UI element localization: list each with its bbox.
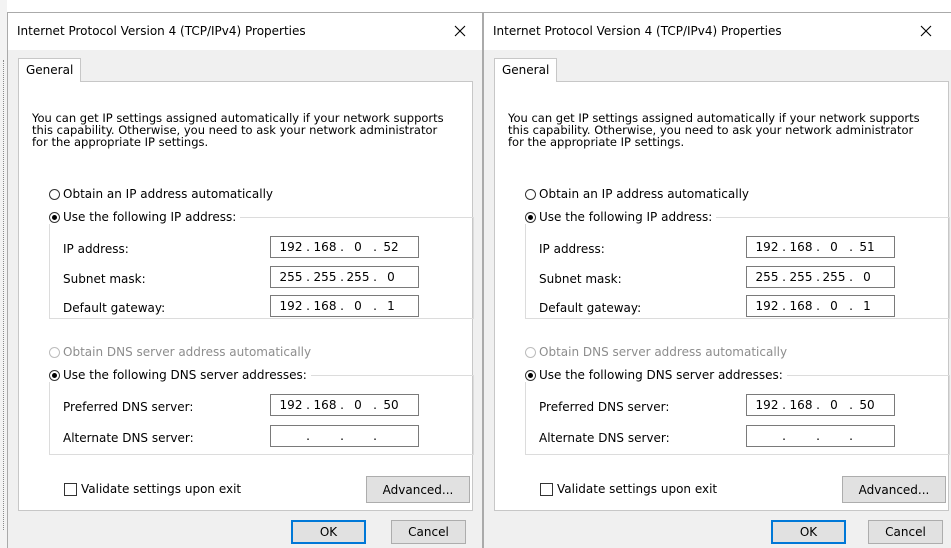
dns-server-group	[49, 375, 474, 455]
radio-label: Use the following IP address:	[63, 210, 237, 224]
description-text: You can get IP settings assigned automat…	[508, 112, 943, 148]
dialog-title: Internet Protocol Version 4 (TCP/IPv4) P…	[493, 24, 782, 38]
radio-obtain-ip-auto[interactable]: Obtain an IP address automatically	[49, 187, 278, 201]
close-button[interactable]	[910, 17, 942, 45]
radio-label: Obtain DNS server address automatically	[63, 345, 312, 359]
ok-button[interactable]: OK	[291, 520, 366, 544]
radio-obtain-ip-auto[interactable]: Obtain an IP address automatically	[525, 187, 754, 201]
radio-label: Use the following DNS server addresses:	[539, 368, 783, 382]
checkbox-label: Validate settings upon exit	[81, 482, 242, 496]
radio-use-following-dns[interactable]: Use the following DNS server addresses:	[525, 368, 787, 382]
radio-use-following-ip[interactable]: Use the following IP address:	[49, 210, 241, 224]
cancel-button-label: Cancel	[885, 525, 926, 539]
screenshot-stage: Internet Protocol Version 4 (TCP/IPv4) P…	[0, 0, 951, 548]
title-bar[interactable]: Internet Protocol Version 4 (TCP/IPv4) P…	[484, 13, 951, 50]
description-line: for the appropriate IP settings.	[32, 135, 209, 149]
tab-general-label: General	[26, 63, 74, 77]
dialog-title: Internet Protocol Version 4 (TCP/IPv4) P…	[17, 24, 306, 38]
ipv4-properties-dialog-1: Internet Protocol Version 4 (TCP/IPv4) P…	[7, 12, 483, 548]
ip-address-group	[49, 217, 474, 319]
description-text: You can get IP settings assigned automat…	[32, 112, 467, 148]
radio-circle	[525, 188, 536, 200]
radio-use-following-dns[interactable]: Use the following DNS server addresses:	[49, 368, 311, 382]
checkbox-box	[64, 482, 77, 496]
close-button[interactable]	[444, 17, 476, 45]
radio-circle	[525, 211, 536, 223]
tab-general-label: General	[502, 63, 550, 77]
tab-general[interactable]: General	[494, 58, 557, 82]
advanced-button[interactable]: Advanced...	[842, 476, 946, 503]
radio-circle	[49, 188, 60, 200]
ok-button-label: OK	[799, 525, 818, 539]
description-line: for the appropriate IP settings.	[508, 135, 685, 149]
radio-label: Obtain an IP address automatically	[539, 187, 750, 201]
checkbox-box	[540, 482, 553, 496]
ipv4-properties-dialog-2: Internet Protocol Version 4 (TCP/IPv4) P…	[483, 12, 951, 548]
close-icon	[920, 25, 932, 37]
background-window-edge	[0, 0, 7, 548]
radio-use-following-ip[interactable]: Use the following IP address:	[525, 210, 717, 224]
checkbox-label: Validate settings upon exit	[557, 482, 718, 496]
cancel-button[interactable]: Cancel	[391, 520, 466, 544]
advanced-button-label: Advanced...	[382, 482, 454, 497]
radio-circle	[49, 211, 60, 223]
radio-obtain-dns-auto[interactable]: Obtain DNS server address automatically	[49, 345, 316, 359]
radio-label: Use the following IP address:	[539, 210, 713, 224]
validate-settings-checkbox[interactable]: Validate settings upon exit	[540, 482, 717, 496]
radio-obtain-dns-auto[interactable]: Obtain DNS server address automatically	[525, 345, 792, 359]
radio-circle	[49, 369, 60, 381]
dns-server-group	[525, 375, 950, 455]
cancel-button[interactable]: Cancel	[868, 520, 943, 544]
radio-label: Obtain DNS server address automatically	[539, 345, 788, 359]
ok-button[interactable]: OK	[771, 520, 846, 544]
general-panel: You can get IP settings assigned automat…	[18, 81, 474, 511]
ok-button-label: OK	[319, 525, 338, 539]
general-panel: You can get IP settings assigned automat…	[494, 81, 950, 511]
radio-circle	[525, 346, 536, 358]
validate-settings-checkbox[interactable]: Validate settings upon exit	[64, 482, 241, 496]
ip-address-group	[525, 217, 950, 319]
radio-label: Use the following DNS server addresses:	[63, 368, 307, 382]
close-icon	[454, 25, 466, 37]
advanced-button-label: Advanced...	[858, 482, 930, 497]
advanced-button[interactable]: Advanced...	[366, 476, 470, 503]
radio-circle	[525, 369, 536, 381]
tab-general[interactable]: General	[18, 58, 81, 82]
title-bar[interactable]: Internet Protocol Version 4 (TCP/IPv4) P…	[8, 13, 482, 50]
cancel-button-label: Cancel	[408, 525, 449, 539]
radio-circle	[49, 346, 60, 358]
radio-label: Obtain an IP address automatically	[63, 187, 274, 201]
